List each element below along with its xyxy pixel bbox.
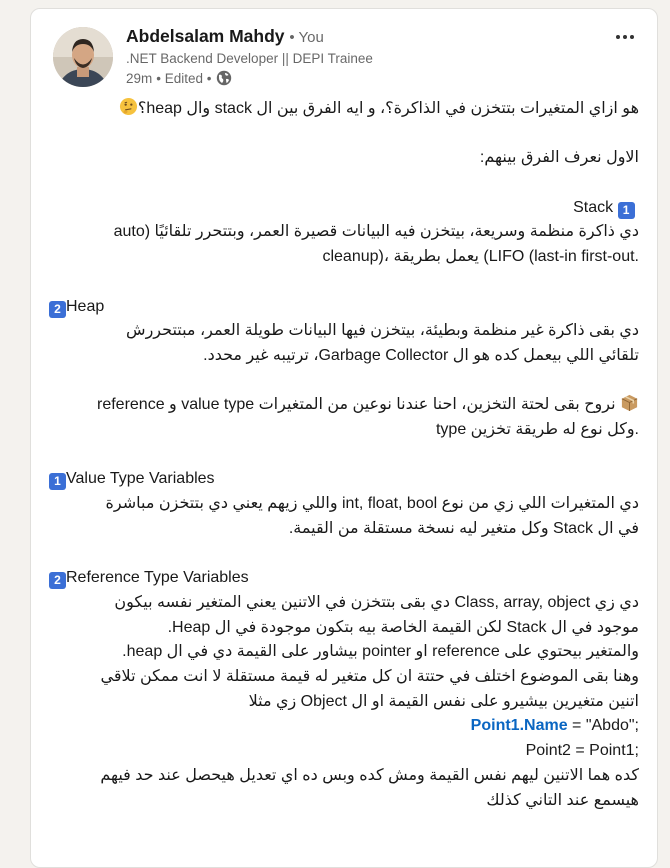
value-type-heading: 1 Value Type Variables: [49, 467, 639, 492]
reference-line-3: والمتغير بيحتوي على reference او pointer…: [122, 643, 639, 661]
post-meta: 29m • Edited •: [126, 70, 232, 86]
storage-line-2: type وكل نوع له طريقة تخزين.: [435, 421, 639, 439]
heap-title: Heap: [66, 297, 105, 315]
stack-line-2: cleanup)، يعمل بطريقة (LIFO (last-in fir…: [322, 248, 639, 266]
globe-icon: [216, 70, 232, 86]
stack-line-1: دي ذاكرة منظمة وسريعة، بيتخزن فيه البيان…: [113, 223, 639, 241]
you-label: • You: [289, 29, 324, 46]
heap-line-1: دي بقى ذاكرة غير منظمة وبطيئة، بيتخزن في…: [126, 322, 639, 340]
point1-name-link[interactable]: Point1.Name: [471, 717, 568, 734]
heap-heading: 2 Heap: [49, 295, 639, 320]
author-name-line[interactable]: Abdelsalam Mahdy • You: [126, 26, 324, 47]
avatar-photo: [53, 27, 113, 87]
code-line-1: Point1.Name = "Abdo";: [49, 714, 639, 739]
code-line-2-text: Point2 = Point1;: [525, 742, 639, 760]
storage-text-1: نروح بقى لحتة التخزين، احنا عندنا نوعين …: [97, 396, 616, 414]
code-line-2: Point2 = Point1;: [49, 739, 639, 764]
reference-line-5: اتنين متغيرين بيشيرو على نفس القيمة او ا…: [248, 692, 639, 710]
post-card: Abdelsalam Mahdy • You .NET Backend Deve…: [30, 8, 658, 868]
reference-type-heading: 2 Reference Type Variables: [49, 566, 639, 591]
storage-line-1: نروح بقى لحتة التخزين، احنا عندنا نوعين …: [49, 393, 639, 418]
value-line-1: دي المتغيرات اللي زي من نوع int, float, …: [105, 495, 639, 513]
reference-line-1: دي زي Class, array, object دي بقى بتتخزن…: [114, 593, 639, 611]
more-options-icon: [616, 35, 634, 39]
thinking-face-emoji: [119, 97, 138, 116]
heap-line-2: تلقائي اللي بيعمل كده هو ال Garbage Coll…: [203, 346, 639, 364]
package-emoji: [620, 393, 639, 412]
number-two-badge-icon: 2: [49, 300, 66, 318]
number-one-badge-icon: 1: [617, 201, 635, 219]
reference-line-4: وهنا بقى الموضوع اختلف في حتتة ان كل متغ…: [100, 668, 639, 686]
code-line-1-rest: = "Abdo";: [567, 717, 639, 735]
post-time: 29m: [126, 70, 153, 86]
author-headline: .NET Backend Developer || DEPI Trainee: [126, 51, 373, 66]
post-body: هو ازاي المتغيرات بتتخزن في الذاكرة؟، و …: [49, 97, 639, 813]
stack-title: Stack: [573, 198, 614, 216]
reference-line-2: موجود في ال Stack لكن القيمة الخاصة بيه …: [167, 618, 639, 636]
intro-line: الاول نعرف الفرق بينهم:: [479, 149, 639, 167]
value-type-title: Value Type Variables: [66, 470, 215, 488]
edited-label: • Edited •: [156, 70, 212, 86]
author-avatar[interactable]: [53, 27, 113, 87]
end-line-1: كده هما الاتنين ليهم نفس القيمة ومش كده …: [100, 766, 639, 784]
reference-type-title: Reference Type Variables: [66, 569, 249, 587]
number-one-badge-icon: 1: [49, 473, 66, 491]
question-text: هو ازاي المتغيرات بتتخزن في الذاكرة؟، و …: [137, 100, 639, 117]
value-line-2: في ال Stack وكل متغير ليه نسخة مستقلة من…: [288, 519, 639, 537]
author-name[interactable]: Abdelsalam Mahdy: [126, 26, 285, 46]
more-options-button[interactable]: [609, 25, 641, 49]
end-line-2: هيسمع عند التاني كذلك: [486, 791, 639, 809]
number-two-badge-icon: 2: [49, 572, 66, 590]
question-line: هو ازاي المتغيرات بتتخزن في الذاكرة؟، و …: [49, 97, 639, 122]
stack-heading: Stack 1: [49, 196, 639, 221]
